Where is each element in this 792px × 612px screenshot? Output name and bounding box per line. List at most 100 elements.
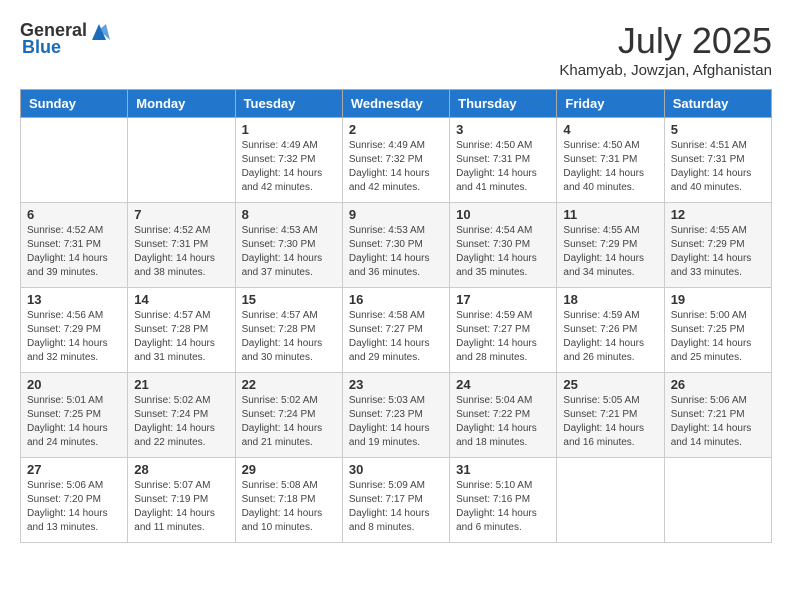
day-number: 10: [456, 207, 550, 222]
weekday-header-thursday: Thursday: [450, 90, 557, 118]
day-number: 24: [456, 377, 550, 392]
day-number: 15: [242, 292, 336, 307]
day-number: 22: [242, 377, 336, 392]
day-info: Sunrise: 4:57 AMSunset: 7:28 PMDaylight:…: [134, 309, 228, 365]
weekday-header-wednesday: Wednesday: [342, 90, 449, 118]
calendar-cell: 2 Sunrise: 4:49 AMSunset: 7:32 PMDaylight…: [342, 118, 449, 203]
day-number: 20: [27, 377, 121, 392]
calendar-cell: 30Sunrise: 5:09 AMSunset: 7:17 PMDayligh…: [342, 458, 449, 543]
calendar-cell: 19 Sunrise: 5:00 AMSunset: 7:25 PMDayligh…: [664, 288, 771, 373]
day-info: Sunrise: 4:57 AMSunset: 7:28 PMDaylight:…: [242, 309, 336, 365]
calendar-cell: 29Sunrise: 5:08 AMSunset: 7:18 PMDayligh…: [235, 458, 342, 543]
calendar-week-row: 6 Sunrise: 4:52 AMSunset: 7:31 PMDaylight…: [21, 203, 772, 288]
day-info: Sunrise: 4:52 AMSunset: 7:31 PMDaylight:…: [134, 224, 228, 280]
day-info: Sunrise: 5:03 AMSunset: 7:23 PMDaylight:…: [349, 394, 443, 450]
calendar-week-row: 1 Sunrise: 4:49 AMSunset: 7:32 PMDaylight…: [21, 118, 772, 203]
day-number: 6: [27, 207, 121, 222]
calendar-cell: 21 Sunrise: 5:02 AMSunset: 7:24 PMDayligh…: [128, 373, 235, 458]
day-number: 29: [242, 462, 336, 477]
day-number: 25: [563, 377, 657, 392]
day-info: Sunrise: 5:06 AMSunset: 7:21 PMDaylight:…: [671, 394, 765, 450]
calendar-cell: 23 Sunrise: 5:03 AMSunset: 7:23 PMDayligh…: [342, 373, 449, 458]
day-info: Sunrise: 5:01 AMSunset: 7:25 PMDaylight:…: [27, 394, 121, 450]
day-number: 4: [563, 122, 657, 137]
logo-blue: Blue: [22, 37, 61, 58]
day-info: Sunrise: 5:04 AMSunset: 7:22 PMDaylight:…: [456, 394, 550, 450]
day-info: Sunrise: 4:51 AMSunset: 7:31 PMDaylight:…: [671, 139, 765, 195]
day-info: Sunrise: 4:50 AMSunset: 7:31 PMDaylight:…: [456, 139, 550, 195]
calendar-cell: 20 Sunrise: 5:01 AMSunset: 7:25 PMDayligh…: [21, 373, 128, 458]
weekday-header-monday: Monday: [128, 90, 235, 118]
title-block: July 2025 Khamyab, Jowzjan, Afghanistan: [559, 20, 772, 79]
calendar-cell: 12 Sunrise: 4:55 AMSunset: 7:29 PMDayligh…: [664, 203, 771, 288]
weekday-header-tuesday: Tuesday: [235, 90, 342, 118]
day-number: 5: [671, 122, 765, 137]
calendar-cell: 6 Sunrise: 4:52 AMSunset: 7:31 PMDaylight…: [21, 203, 128, 288]
day-number: 27: [27, 462, 121, 477]
calendar-cell: 5 Sunrise: 4:51 AMSunset: 7:31 PMDaylight…: [664, 118, 771, 203]
calendar-table: SundayMondayTuesdayWednesdayThursdayFrid…: [20, 89, 772, 543]
day-info: Sunrise: 4:59 AMSunset: 7:26 PMDaylight:…: [563, 309, 657, 365]
calendar-cell: 25Sunrise: 5:05 AMSunset: 7:21 PMDayligh…: [557, 373, 664, 458]
day-number: 14: [134, 292, 228, 307]
weekday-header-friday: Friday: [557, 90, 664, 118]
calendar-week-row: 27 Sunrise: 5:06 AMSunset: 7:20 PMDayligh…: [21, 458, 772, 543]
day-info: Sunrise: 5:02 AMSunset: 7:24 PMDaylight:…: [242, 394, 336, 450]
day-number: 12: [671, 207, 765, 222]
calendar-cell: 22 Sunrise: 5:02 AMSunset: 7:24 PMDayligh…: [235, 373, 342, 458]
calendar-cell: 14 Sunrise: 4:57 AMSunset: 7:28 PMDayligh…: [128, 288, 235, 373]
calendar-cell: 31Sunrise: 5:10 AMSunset: 7:16 PMDayligh…: [450, 458, 557, 543]
day-info: Sunrise: 4:49 AMSunset: 7:32 PMDaylight:…: [242, 139, 336, 195]
day-info: Sunrise: 4:53 AMSunset: 7:30 PMDaylight:…: [349, 224, 443, 280]
day-number: 23: [349, 377, 443, 392]
day-info: Sunrise: 4:55 AMSunset: 7:29 PMDaylight:…: [671, 224, 765, 280]
day-number: 2: [349, 122, 443, 137]
day-info: Sunrise: 5:00 AMSunset: 7:25 PMDaylight:…: [671, 309, 765, 365]
calendar-cell: 8Sunrise: 4:53 AMSunset: 7:30 PMDaylight…: [235, 203, 342, 288]
calendar-cell: 13Sunrise: 4:56 AMSunset: 7:29 PMDayligh…: [21, 288, 128, 373]
day-number: 8: [242, 207, 336, 222]
calendar-cell: 3 Sunrise: 4:50 AMSunset: 7:31 PMDaylight…: [450, 118, 557, 203]
calendar-cell: 16Sunrise: 4:58 AMSunset: 7:27 PMDayligh…: [342, 288, 449, 373]
calendar-cell: [128, 118, 235, 203]
day-info: Sunrise: 5:02 AMSunset: 7:24 PMDaylight:…: [134, 394, 228, 450]
calendar-cell: 11Sunrise: 4:55 AMSunset: 7:29 PMDayligh…: [557, 203, 664, 288]
month-title: July 2025: [559, 20, 772, 62]
calendar-cell: 10 Sunrise: 4:54 AMSunset: 7:30 PMDayligh…: [450, 203, 557, 288]
calendar-week-row: 13Sunrise: 4:56 AMSunset: 7:29 PMDayligh…: [21, 288, 772, 373]
day-number: 21: [134, 377, 228, 392]
day-number: 19: [671, 292, 765, 307]
location-title: Khamyab, Jowzjan, Afghanistan: [559, 62, 772, 79]
day-number: 1: [242, 122, 336, 137]
day-info: Sunrise: 4:50 AMSunset: 7:31 PMDaylight:…: [563, 139, 657, 195]
calendar-cell: 15 Sunrise: 4:57 AMSunset: 7:28 PMDayligh…: [235, 288, 342, 373]
calendar-cell: 4 Sunrise: 4:50 AMSunset: 7:31 PMDaylight…: [557, 118, 664, 203]
logo: General Blue: [20, 20, 111, 58]
calendar-cell: 18 Sunrise: 4:59 AMSunset: 7:26 PMDayligh…: [557, 288, 664, 373]
day-number: 16: [349, 292, 443, 307]
calendar-cell: 26Sunrise: 5:06 AMSunset: 7:21 PMDayligh…: [664, 373, 771, 458]
day-number: 17: [456, 292, 550, 307]
day-info: Sunrise: 4:59 AMSunset: 7:27 PMDaylight:…: [456, 309, 550, 365]
day-info: Sunrise: 4:49 AMSunset: 7:32 PMDaylight:…: [349, 139, 443, 195]
day-info: Sunrise: 4:52 AMSunset: 7:31 PMDaylight:…: [27, 224, 121, 280]
weekday-header-saturday: Saturday: [664, 90, 771, 118]
calendar-cell: 28Sunrise: 5:07 AMSunset: 7:19 PMDayligh…: [128, 458, 235, 543]
day-info: Sunrise: 5:06 AMSunset: 7:20 PMDaylight:…: [27, 479, 121, 535]
calendar-cell: 9Sunrise: 4:53 AMSunset: 7:30 PMDaylight…: [342, 203, 449, 288]
calendar-cell: [557, 458, 664, 543]
calendar-cell: [21, 118, 128, 203]
day-info: Sunrise: 4:54 AMSunset: 7:30 PMDaylight:…: [456, 224, 550, 280]
day-number: 3: [456, 122, 550, 137]
day-number: 11: [563, 207, 657, 222]
day-number: 18: [563, 292, 657, 307]
calendar-week-row: 20 Sunrise: 5:01 AMSunset: 7:25 PMDayligh…: [21, 373, 772, 458]
calendar-cell: 1 Sunrise: 4:49 AMSunset: 7:32 PMDaylight…: [235, 118, 342, 203]
logo-icon: [88, 22, 110, 40]
weekday-header-row: SundayMondayTuesdayWednesdayThursdayFrid…: [21, 90, 772, 118]
day-number: 28: [134, 462, 228, 477]
day-number: 7: [134, 207, 228, 222]
calendar-cell: [664, 458, 771, 543]
day-info: Sunrise: 4:56 AMSunset: 7:29 PMDaylight:…: [27, 309, 121, 365]
calendar-cell: 7 Sunrise: 4:52 AMSunset: 7:31 PMDaylight…: [128, 203, 235, 288]
